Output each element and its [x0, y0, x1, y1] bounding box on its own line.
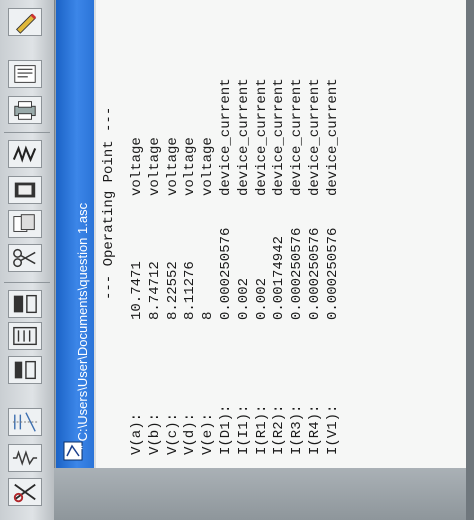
print-icon[interactable] [8, 96, 42, 124]
pencil-icon[interactable] [8, 8, 42, 36]
operating-point-header: --- Operating Point --- [101, 106, 117, 300]
row-value: 10.7471 [129, 261, 145, 320]
text-icon[interactable] [8, 60, 42, 88]
row-type: device_current [324, 78, 341, 196]
output-panel [94, 0, 466, 468]
row-value: 8 [200, 311, 217, 320]
row-name: I(D1): [218, 404, 234, 455]
find-icon[interactable] [8, 140, 42, 168]
component-icon[interactable] [8, 322, 42, 350]
row-name: V(c): [164, 412, 181, 455]
toolbar-separator [4, 132, 50, 133]
row-name: I(R4): [307, 404, 323, 455]
capacitor-icon[interactable] [8, 408, 42, 436]
row-value: 0.002 [253, 277, 270, 320]
row-name: I(R2): [271, 404, 288, 455]
row-name: V(d): [182, 412, 199, 455]
resistor-icon[interactable] [8, 444, 42, 472]
row-value: 0.002 [235, 277, 252, 320]
row-type: device_current [253, 78, 270, 196]
row-value: 0.000250576 [307, 227, 323, 320]
row-value: 0.000250576 [324, 227, 341, 320]
row-name: V(a): [129, 412, 145, 455]
row-name: I(V1): [324, 404, 341, 455]
row-name: I(I1): [235, 404, 252, 455]
row-value: 0.000250576 [218, 227, 234, 320]
paste-icon[interactable] [8, 176, 42, 204]
row-type: device_current [307, 78, 323, 196]
row-value: 8.74712 [146, 261, 163, 320]
toolbar-separator [4, 282, 50, 283]
toolbar [0, 0, 55, 520]
cut-icon[interactable] [8, 244, 42, 272]
row-type: device_current [218, 78, 234, 196]
window-edge [466, 0, 474, 520]
diode-icon[interactable] [8, 290, 42, 318]
row-type: voltage [182, 137, 199, 196]
copy-icon[interactable] [8, 210, 42, 238]
row-type: voltage [146, 137, 163, 196]
row-type: voltage [129, 137, 145, 196]
inductor-icon[interactable] [8, 356, 42, 384]
row-type: voltage [200, 137, 217, 196]
row-value: 8.11276 [182, 261, 199, 320]
row-value: 8.22552 [164, 261, 181, 320]
row-name: V(e): [200, 412, 217, 455]
mirror-icon[interactable] [8, 478, 42, 506]
row-name: V(b): [146, 412, 163, 455]
row-value: 0.00174942 [271, 235, 288, 320]
row-type: device_current [235, 78, 252, 196]
row-name: I(R1): [253, 404, 270, 455]
row-type: device_current [271, 78, 288, 196]
row-type: voltage [164, 137, 181, 196]
row-type: device_current [289, 78, 306, 196]
desktop-background [54, 468, 466, 520]
window-title: * C:\Users\User\Documents\question 1.asc [75, 202, 90, 450]
row-value: 0.000250576 [289, 227, 306, 320]
row-name: I(R3): [289, 404, 306, 455]
